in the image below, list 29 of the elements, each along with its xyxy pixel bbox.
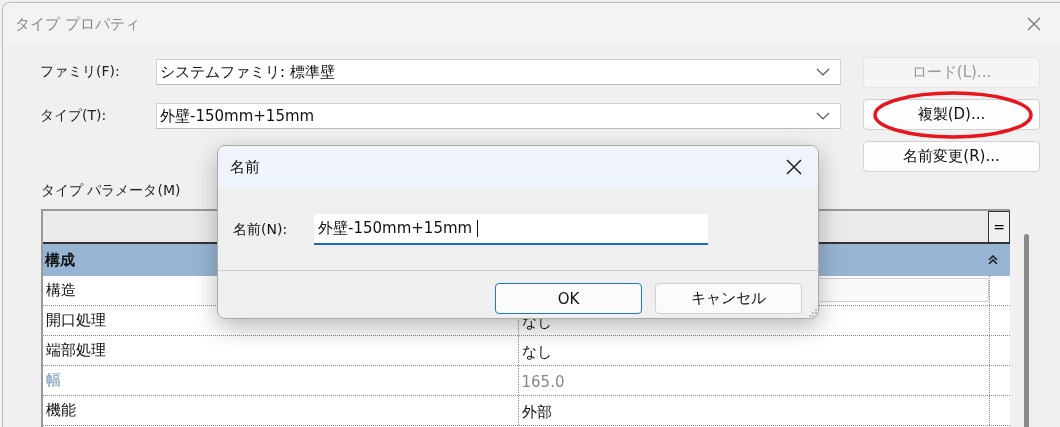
dialog-title: 名前 [230, 157, 260, 177]
collapse-icon [988, 255, 998, 265]
table-cell: なし [521, 345, 552, 360]
field-label: 名前(N): [233, 220, 289, 239]
dropdown-field[interactable]: 外壁-150mm+15mm [156, 103, 841, 129]
close-icon [786, 159, 802, 175]
field-label: タイプ(T): [40, 107, 108, 125]
dialog-button[interactable]: 複製(D)... [863, 99, 1040, 130]
scrollbar[interactable] [1024, 234, 1029, 427]
dialog-button[interactable]: 名前変更(R)... [863, 141, 1040, 172]
table-cell: 端部処理 [43, 336, 519, 365]
group-label: 構成 [45, 250, 75, 270]
dropdown-field[interactable]: システムファミリ: 標準壁 [156, 59, 841, 85]
window-title: タイプ プロパティ [15, 14, 140, 34]
text-field[interactable]: 外壁-150mm+15mm [314, 214, 708, 245]
close-icon [1026, 16, 1042, 32]
section-label: タイプ パラメータ(M) [40, 181, 182, 200]
table-cell: 外部 [521, 405, 552, 420]
table-cell: 機能 [43, 396, 519, 425]
chevron-down-icon [816, 68, 830, 76]
field-label: ファミリ(F): [40, 63, 121, 81]
resize-grip-icon [809, 309, 817, 317]
sort-button[interactable]: = [988, 211, 1010, 242]
close-button[interactable] [784, 157, 804, 177]
table-cell: 165.0 [521, 375, 565, 390]
table-cell: 幅 [43, 366, 519, 395]
dialog-button[interactable]: キャンセル [655, 283, 802, 314]
chevron-down-icon [816, 112, 830, 120]
dialog-button[interactable]: OK [495, 283, 642, 314]
